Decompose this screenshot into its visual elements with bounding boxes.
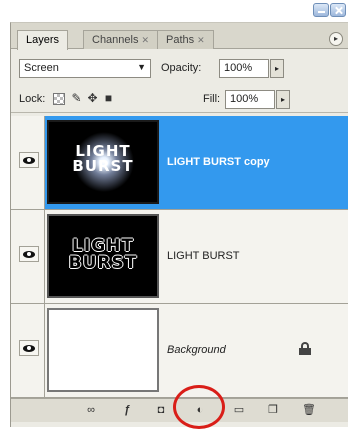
- fill-input[interactable]: 100%: [225, 90, 275, 109]
- lock-label: Lock:: [19, 93, 46, 105]
- layer-row-background[interactable]: Background: [11, 304, 348, 398]
- lock-position-icon[interactable]: ✥: [85, 91, 100, 106]
- fill-value: 100%: [230, 93, 259, 105]
- tab-paths[interactable]: Paths ✕: [157, 30, 214, 49]
- layer-name[interactable]: LIGHT BURST: [167, 250, 240, 262]
- new-group-icon[interactable]: ▭: [231, 403, 247, 418]
- thumbnail-text: LIGHT BURST: [72, 142, 134, 175]
- blend-mode-select[interactable]: Screen ▼: [19, 59, 151, 78]
- layer-thumbnail[interactable]: [47, 308, 159, 392]
- visibility-column: [11, 116, 45, 209]
- visibility-column: [11, 210, 45, 303]
- visibility-toggle[interactable]: [19, 246, 39, 262]
- tab-layers-label: Layers: [26, 34, 60, 46]
- add-mask-icon[interactable]: ◘: [153, 403, 169, 418]
- layers-palette: Layers Channels ✕ Paths ✕ ▸ Screen ▼ Opaci…: [10, 22, 348, 427]
- lock-all-icon[interactable]: ■: [101, 91, 116, 106]
- thumbnail-text: LIGHT BURST: [68, 236, 138, 273]
- layer-style-icon[interactable]: ƒ: [119, 403, 135, 418]
- tab-layers[interactable]: Layers: [17, 30, 69, 50]
- opacity-input[interactable]: 100%: [219, 59, 269, 78]
- lock-image-pixels-icon[interactable]: ✎: [69, 91, 84, 106]
- fill-slider-arrow-icon[interactable]: ▸: [276, 90, 290, 109]
- tab-paths-label: Paths: [166, 34, 195, 46]
- tab-channels-label: Channels: [92, 34, 139, 46]
- tab-close-icon[interactable]: ✕: [141, 35, 149, 45]
- chevron-down-icon: ▼: [137, 62, 146, 72]
- link-layers-icon[interactable]: ∞: [83, 403, 99, 418]
- opacity-value: 100%: [224, 62, 253, 74]
- tab-channels[interactable]: Channels ✕: [83, 30, 159, 49]
- visibility-column: [11, 304, 45, 397]
- eye-icon: [23, 345, 35, 352]
- layer-row-light-burst[interactable]: LIGHT BURST LIGHT BURST: [11, 210, 348, 304]
- visibility-toggle[interactable]: [19, 340, 39, 356]
- palette-tabs: Layers Channels ✕ Paths ✕ ▸: [11, 23, 348, 50]
- layer-row-light-burst-copy[interactable]: LIGHT BURST LIGHT BURST copy: [11, 116, 348, 210]
- layer-thumbnail[interactable]: LIGHT BURST: [47, 214, 159, 298]
- layer-name[interactable]: LIGHT BURST copy: [167, 156, 270, 168]
- lock-fill-row: Lock: ✎ ✥ ■ Fill: 100% ▸: [11, 87, 348, 113]
- new-layer-icon[interactable]: ❐: [265, 403, 281, 418]
- opacity-slider-arrow-icon[interactable]: ▸: [270, 59, 284, 78]
- blend-mode-value: Screen: [24, 62, 59, 74]
- palette-menu-icon[interactable]: ▸: [329, 32, 343, 46]
- close-button[interactable]: [330, 3, 346, 17]
- delete-layer-icon[interactable]: 🗑: [301, 403, 317, 418]
- eye-icon: [23, 251, 35, 258]
- layer-name[interactable]: Background: [167, 344, 226, 356]
- fill-label: Fill:: [203, 93, 221, 105]
- opacity-label: Opacity:: [161, 62, 202, 74]
- highlight-circle: [173, 385, 225, 429]
- layer-thumbnail[interactable]: LIGHT BURST: [47, 120, 159, 204]
- minimize-button[interactable]: [313, 3, 329, 17]
- lock-icon: [299, 342, 311, 355]
- blend-opacity-row: Screen ▼ Opacity: 100% ▸: [11, 56, 348, 82]
- lock-transparent-pixels-icon[interactable]: [53, 93, 65, 105]
- layers-list: LIGHT BURST LIGHT BURST copy LIGHT BURST…: [11, 116, 348, 398]
- tab-close-icon[interactable]: ✕: [197, 35, 205, 45]
- palette-title-bar: [0, 0, 348, 22]
- eye-icon: [23, 157, 35, 164]
- visibility-toggle[interactable]: [19, 152, 39, 168]
